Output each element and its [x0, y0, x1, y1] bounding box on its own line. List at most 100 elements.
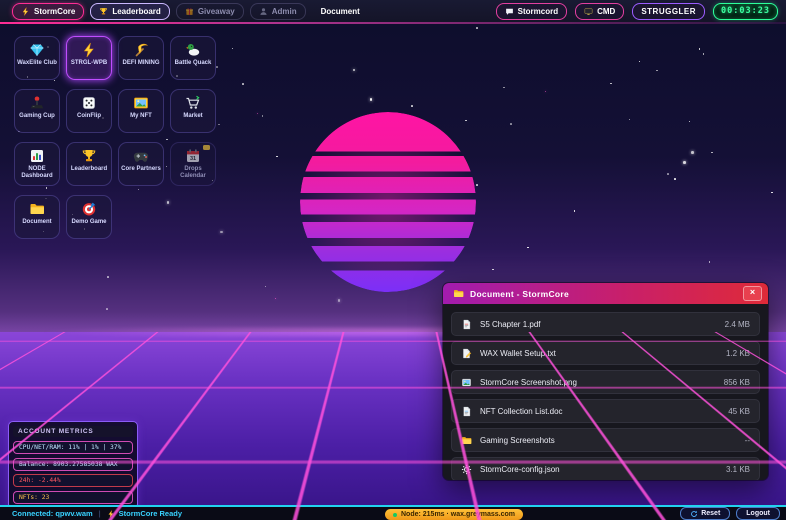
star [674, 178, 676, 180]
metric-rows: CPU/NET/RAM: 11% | 1% | 37%Balance: 8903… [13, 441, 133, 504]
terminal-icon [584, 7, 593, 16]
star [527, 247, 529, 249]
desktop-icon-coinflip[interactable]: CoinFlip [66, 89, 112, 133]
gear-icon [461, 464, 472, 475]
desktop-icon-label: Battle Quack [175, 60, 212, 67]
star [275, 298, 277, 300]
lightning-icon [21, 7, 30, 16]
file-name: StormCore Screenshot.png [480, 378, 716, 387]
desktop-icon-label: NODE Dashboard [16, 166, 58, 180]
file-row-stormcore-screenshot-png[interactable]: StormCore Screenshot.png 856 KB [451, 370, 760, 394]
svg-text:31: 31 [190, 156, 196, 162]
star [242, 83, 244, 85]
dice-icon [81, 94, 97, 112]
desktop-icon-gaming-cup[interactable]: Gaming Cup [14, 89, 60, 133]
file-name: Gaming Screenshots [480, 436, 737, 445]
star [232, 48, 234, 50]
desktop-icon-label: STRGL-WPB [71, 60, 107, 67]
file-row-nft-collection-list-doc[interactable]: NFT Collection List.doc45 KB [451, 399, 760, 423]
folder-icon [29, 200, 45, 218]
desktop-icon-label: Gaming Cup [19, 113, 55, 120]
topbar-right: StormcordCMDSTRUGGLER 00:03:23 [496, 3, 778, 20]
topbar-button-struggler[interactable]: STRUGGLER [632, 3, 705, 20]
star [656, 70, 658, 72]
reset-button[interactable]: Reset [680, 507, 730, 520]
node-online-dot [393, 513, 397, 517]
topbar-button-cmd[interactable]: CMD [575, 3, 624, 20]
menu-item-document[interactable]: Document [312, 3, 369, 20]
star [510, 123, 512, 125]
desktop-icon-node-dashboard[interactable]: NODE Dashboard [14, 142, 60, 186]
metric-row-24h: 24h: -2.44% [13, 474, 133, 487]
close-button[interactable]: × [743, 286, 762, 301]
desktop-icon-leaderboard[interactable]: Leaderboard [66, 142, 112, 186]
desktop-icon-grid: WaxElite Club STRGL-WPB DEFI MINING Battle … [14, 36, 216, 239]
document-window: Document - StormCore × S5 Chapter 1.pdf2… [443, 283, 768, 480]
file-row-gaming-screenshots[interactable]: Gaming Screenshots -- [451, 428, 760, 452]
lightning-icon [81, 41, 97, 59]
logout-button[interactable]: Logout [736, 507, 780, 520]
desktop-icon-label: Demo Game [71, 219, 106, 226]
topbar-buttons: Stormcord CMD STRUGGLER [496, 3, 705, 20]
desktop-icon-defi-mining[interactable]: DEFI MINING [118, 36, 164, 80]
desktop-icon-demo-game[interactable]: Demo Game [66, 195, 112, 239]
menu-item-giveaway[interactable]: Giveaway [176, 3, 244, 20]
desktop-icon-battle-quack[interactable]: Battle Quack [170, 36, 216, 80]
star [257, 113, 259, 115]
menu-item-label: StormCore [34, 7, 75, 16]
diamond-icon [29, 41, 45, 59]
file-list: S5 Chapter 1.pdf2.4 MB WAX Wallet Setup.t… [443, 304, 768, 480]
folder-icon [461, 435, 472, 446]
retro-sun [300, 112, 476, 292]
star [691, 151, 694, 154]
star [667, 173, 669, 175]
topbar-button-label: STRUGGLER [641, 7, 696, 16]
file-row-wax-wallet-setup-txt[interactable]: WAX Wallet Setup.txt1.2 KB [451, 341, 760, 365]
desktop-icon-label: Market [183, 113, 202, 120]
window-titlebar[interactable]: Document - StormCore × [443, 283, 768, 304]
menu-items: StormCore Leaderboard Giveaway Admin Documen… [12, 3, 375, 20]
desktop-icon-drops-calendar[interactable]: 31Drops Calendar [170, 142, 216, 186]
star [709, 261, 711, 263]
topbar-button-label: CMD [597, 7, 615, 16]
trophy-icon [99, 7, 108, 16]
file-row-s5-chapter-1-pdf[interactable]: S5 Chapter 1.pdf2.4 MB [451, 312, 760, 336]
star [107, 276, 109, 278]
file-row-stormcore-config-json[interactable]: StormCore-config.json3.1 KB [451, 457, 760, 480]
star [545, 91, 547, 93]
topbar-button-stormcord[interactable]: Stormcord [496, 3, 567, 20]
topbar-button-label: Stormcord [518, 7, 558, 16]
desktop-icon-waxelite-club[interactable]: WaxElite Club [14, 36, 60, 80]
star [218, 124, 220, 126]
menu-item-leaderboard[interactable]: Leaderboard [90, 3, 169, 20]
desktop-icon-market[interactable]: Market [170, 89, 216, 133]
file-size: 856 KB [724, 378, 750, 387]
statusbar-buttons: Reset Logout [680, 507, 780, 520]
node-status-badge[interactable]: Node: 215ms · wax.greymass.com [385, 509, 523, 520]
file-name: WAX Wallet Setup.txt [480, 349, 718, 358]
star [639, 61, 641, 63]
chart-icon [29, 147, 45, 165]
star [699, 48, 701, 50]
joystick-icon [29, 94, 45, 112]
star [216, 66, 218, 68]
desktop-icon-label: CoinFlip [77, 113, 101, 120]
file-size: -- [745, 436, 750, 445]
menu-item-admin[interactable]: Admin [250, 3, 306, 20]
metric-row-balance: Balance: 8903.27585038 WAX [13, 458, 133, 471]
star [771, 192, 773, 194]
menu-item-stormcore[interactable]: StormCore [12, 3, 84, 20]
desktop-icon-my-nft[interactable]: My NFT [118, 89, 164, 133]
desktop-icon-core-partners[interactable]: Core Partners [118, 142, 164, 186]
desktop-icon-strgl-wpb[interactable]: STRGL-WPB [66, 36, 112, 80]
account-metrics-panel: ACCOUNT METRICS CPU/NET/RAM: 11% | 1% | … [8, 421, 138, 509]
ready-status-text: StormCore Ready [119, 509, 182, 518]
menu-item-label: Leaderboard [112, 7, 160, 16]
desktop-icon-document[interactable]: Document [14, 195, 60, 239]
menu-item-label: Admin [272, 7, 297, 16]
connected-status: Connected: qpwv.wam [12, 509, 93, 518]
star [503, 87, 505, 89]
duck-icon [185, 41, 201, 59]
file-name: StormCore-config.json [480, 465, 718, 474]
account-metrics-title: ACCOUNT METRICS [13, 426, 133, 437]
